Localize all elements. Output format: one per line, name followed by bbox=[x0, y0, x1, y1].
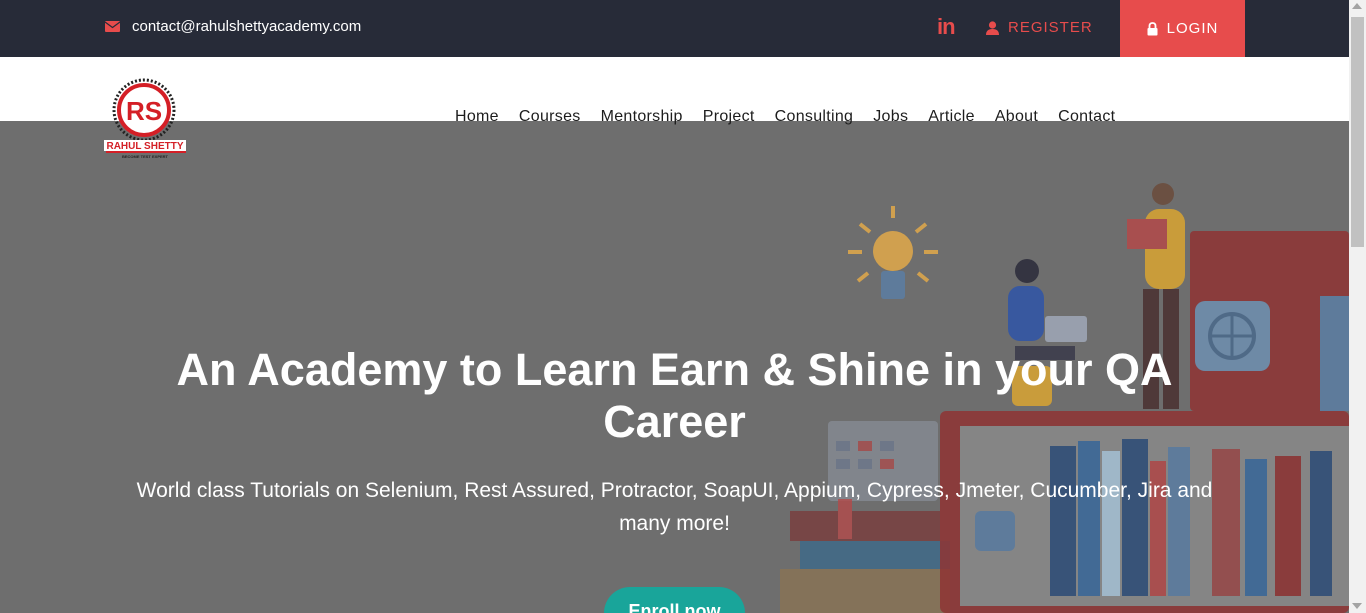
hero-subtitle-line-1: World class Tutorials on Selenium, Rest … bbox=[136, 479, 1213, 502]
nav-about[interactable]: About bbox=[995, 108, 1038, 126]
nav-courses[interactable]: Courses bbox=[519, 108, 581, 126]
scroll-down-arrow-icon[interactable] bbox=[1352, 603, 1362, 609]
top-bar: contact@rahulshettyacademy.com in REGIST… bbox=[0, 0, 1349, 57]
login-button[interactable]: LOGIN bbox=[1120, 0, 1245, 57]
register-link[interactable]: REGISTER bbox=[986, 19, 1093, 36]
hero-title-line-2: Career bbox=[603, 396, 746, 447]
hero-section: An Academy to Learn Earn & Shine in your… bbox=[0, 121, 1349, 613]
user-icon bbox=[986, 20, 999, 35]
nav-mentorship[interactable]: Mentorship bbox=[601, 108, 683, 126]
lock-icon bbox=[1147, 21, 1158, 35]
register-label: REGISTER bbox=[1008, 19, 1093, 36]
nav-jobs[interactable]: Jobs bbox=[873, 108, 908, 126]
enroll-now-button[interactable]: Enroll now bbox=[604, 587, 745, 613]
lightbulb-icon bbox=[848, 206, 938, 299]
hero-title: An Academy to Learn Earn & Shine in your… bbox=[0, 344, 1349, 448]
hero-title-line-1: An Academy to Learn Earn & Shine in your… bbox=[176, 344, 1173, 395]
login-label: LOGIN bbox=[1166, 20, 1219, 37]
nav-project[interactable]: Project bbox=[703, 108, 755, 126]
rahul-shetty-logo[interactable]: RS RAHUL SHETTY BECOME TEST EXPERT bbox=[104, 78, 188, 160]
hero-subtitle-line-2: many more! bbox=[619, 512, 730, 535]
linkedin-icon[interactable]: in bbox=[937, 14, 956, 40]
main-nav: Home Courses Mentorship Project Consulti… bbox=[455, 108, 1115, 126]
nav-contact[interactable]: Contact bbox=[1058, 108, 1115, 126]
contact-email-text: contact@rahulshettyacademy.com bbox=[132, 18, 362, 35]
scroll-up-arrow-icon[interactable] bbox=[1352, 3, 1362, 9]
envelope-icon bbox=[105, 21, 120, 32]
nav-article[interactable]: Article bbox=[928, 108, 975, 126]
logo-text: RAHUL SHETTY bbox=[106, 141, 183, 152]
hero-subtitle: World class Tutorials on Selenium, Rest … bbox=[100, 474, 1249, 540]
logo-tagline: BECOME TEST EXPERT bbox=[122, 154, 169, 159]
contact-email[interactable]: contact@rahulshettyacademy.com bbox=[105, 18, 361, 35]
svg-text:RS: RS bbox=[126, 96, 162, 126]
nav-home[interactable]: Home bbox=[455, 108, 499, 126]
nav-consulting[interactable]: Consulting bbox=[775, 108, 854, 126]
scrollbar-thumb[interactable] bbox=[1351, 17, 1364, 247]
